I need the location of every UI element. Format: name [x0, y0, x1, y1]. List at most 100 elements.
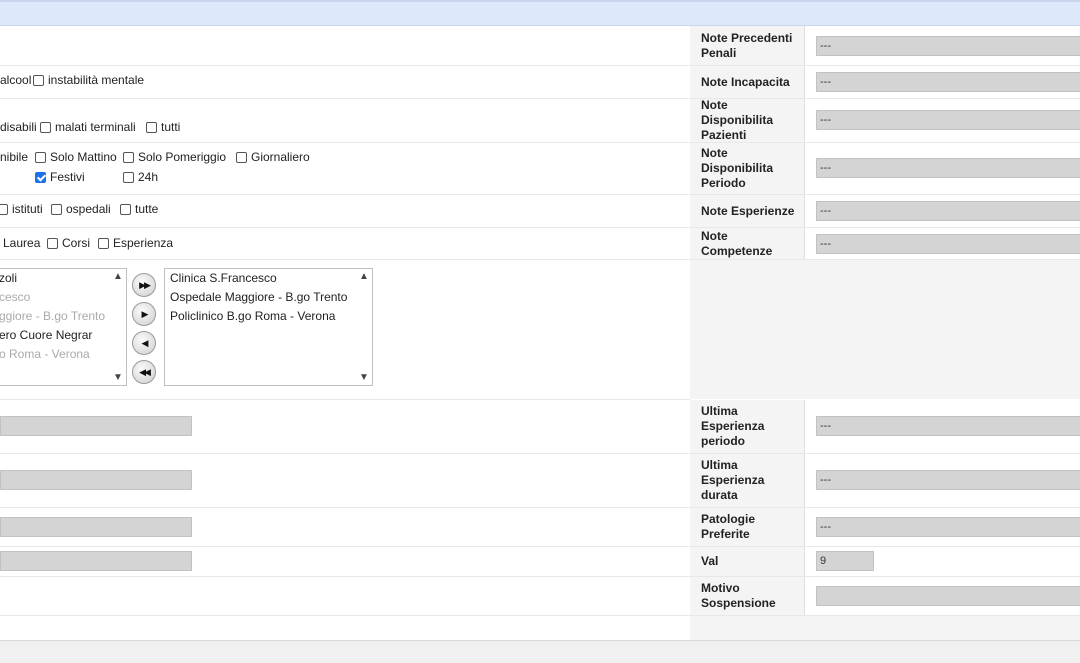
selected-structures-list[interactable]: Clinica S.Francesco Ospedale Maggiore - … [164, 268, 373, 386]
checkbox-tutte[interactable] [120, 204, 131, 215]
notes-competenze-field[interactable]: --- [816, 234, 1080, 254]
field-label: Motivo Sospensione [690, 577, 805, 615]
option-festivi[interactable]: Festivi [35, 170, 85, 184]
checkbox-solo-mattino[interactable] [35, 152, 46, 163]
option-giornaliero[interactable]: Giornaliero [236, 150, 310, 164]
option-label: alcool [0, 73, 32, 87]
checkbox-corsi[interactable] [47, 238, 58, 249]
notes-disponibilita-periodo-field[interactable]: --- [816, 158, 1080, 178]
field-label: Note Disponibilita Periodo [690, 143, 805, 194]
move-all-right-button[interactable]: ▶▶ [132, 273, 156, 297]
notes-row-ultima-esperienza-periodo: Ultima Esperienza periodo --- [690, 400, 1080, 454]
notes-disponibilita-pazienti-field[interactable]: --- [816, 110, 1080, 130]
notes-spacer [690, 260, 1080, 399]
option-laurea[interactable]: Laurea [3, 236, 40, 250]
option-label: tutte [135, 202, 159, 216]
notes-row-incapacita: Note Incapacita --- [690, 66, 1080, 99]
form-row-esperienze: istituti ospedali tutte [0, 195, 690, 228]
checkbox-tutti[interactable] [146, 122, 157, 133]
field-label: Note Competenze [690, 228, 805, 259]
list-item[interactable]: Policlinico B.go Roma - Verona [170, 307, 335, 326]
option-label: Esperienza [113, 236, 174, 250]
arrow-right-icon: ▶ [141, 308, 149, 319]
option-instabilita[interactable]: instabilità mentale [33, 73, 144, 87]
double-arrow-right-icon: ▶▶ [139, 279, 151, 290]
move-all-left-button[interactable]: ◀◀ [132, 360, 156, 384]
text-field[interactable] [0, 551, 192, 571]
option-disabili[interactable]: disabili [0, 120, 37, 134]
option-corsi[interactable]: Corsi [47, 236, 90, 250]
list-item[interactable]: cesco [0, 288, 30, 307]
field-label: Note Incapacita [690, 66, 805, 98]
field-label: Val [690, 547, 805, 576]
checkbox-24h[interactable] [123, 172, 134, 183]
notes-incapacita-field[interactable]: --- [816, 72, 1080, 92]
notes-row-ultima-esperienza-durata: Ultima Esperienza durata --- [690, 454, 1080, 508]
option-label: Giornaliero [251, 150, 310, 164]
list-item[interactable]: ggiore - B.go Trento [0, 307, 105, 326]
option-label: 24h [138, 170, 159, 184]
form-row-periodo: nibile Solo Mattino Solo Pomeriggio Gior… [0, 143, 690, 195]
form-row [0, 400, 690, 454]
list-item[interactable]: ero Cuore Negrar [0, 326, 92, 345]
scroll-down-icon[interactable]: ▼ [113, 372, 123, 383]
checkbox-festivi-checked[interactable] [35, 172, 46, 183]
field-label: Note Disponibilita Pazienti [690, 98, 805, 142]
patologie-preferite-field[interactable]: --- [816, 517, 1080, 537]
notes-row-val: Val 9 [690, 547, 1080, 577]
available-structures-list[interactable]: zoli cesco ggiore - B.go Trento ero Cuor… [0, 268, 127, 386]
notes-precedenti-penali-field[interactable]: --- [816, 36, 1080, 56]
text-field[interactable] [0, 416, 192, 436]
option-malati-terminali[interactable]: malati terminali [40, 120, 136, 134]
checkbox-ospedali[interactable] [51, 204, 62, 215]
list-scrollbar[interactable]: ▲ ▼ [356, 269, 372, 385]
notes-row-disponibilita-pazienti: Note Disponibilita Pazienti --- [690, 98, 1080, 143]
option-solo-mattino[interactable]: Solo Mattino [35, 150, 117, 164]
move-right-button[interactable]: ▶ [132, 302, 156, 326]
ultima-esperienza-durata-field[interactable]: --- [816, 470, 1080, 490]
checkbox-instabilita[interactable] [33, 75, 44, 86]
scroll-up-icon[interactable]: ▲ [359, 271, 369, 282]
list-item[interactable]: Clinica S.Francesco [170, 269, 277, 288]
option-label: tutti [161, 120, 181, 134]
option-label: Festivi [50, 170, 85, 184]
ultima-esperienza-periodo-field[interactable]: --- [816, 416, 1080, 436]
double-arrow-left-icon: ◀◀ [139, 366, 151, 377]
option-istituti[interactable]: istituti [0, 202, 43, 216]
text-field[interactable] [0, 470, 192, 490]
form-row-competenze: Laurea Corsi Esperienza [0, 228, 690, 260]
checkbox-giornaliero[interactable] [236, 152, 247, 163]
option-alcool[interactable]: alcool [0, 73, 31, 87]
option-esperienza[interactable]: Esperienza [98, 236, 173, 250]
option-label: malati terminali [55, 120, 136, 134]
option-label: disabili [0, 120, 37, 134]
left-form-panel: alcool instabilità mentale disabili mala… [0, 26, 690, 640]
field-label: Note Esperienze [690, 195, 805, 227]
checkbox-malati-terminali[interactable] [40, 122, 51, 133]
list-item[interactable]: Ospedale Maggiore - B.go Trento [170, 288, 347, 307]
val-field[interactable]: 9 [816, 551, 874, 571]
list-scrollbar[interactable]: ▲ ▼ [110, 269, 126, 385]
list-item[interactable]: o Roma - Verona [0, 345, 90, 364]
scroll-down-icon[interactable]: ▼ [359, 372, 369, 383]
motivo-sospensione-field[interactable] [816, 586, 1080, 606]
option-tutte[interactable]: tutte [120, 202, 158, 216]
notes-row-motivo-sospensione: Motivo Sospensione [690, 577, 1080, 616]
scroll-up-icon[interactable]: ▲ [113, 271, 123, 282]
checkbox-solo-pomeriggio[interactable] [123, 152, 134, 163]
checkbox-esperienza[interactable] [98, 238, 109, 249]
move-left-button[interactable]: ◀ [132, 331, 156, 355]
notes-esperienze-field[interactable]: --- [816, 201, 1080, 221]
text-field[interactable] [0, 517, 192, 537]
option-solo-pomeriggio[interactable]: Solo Pomeriggio [123, 150, 226, 164]
option-24h[interactable]: 24h [123, 170, 158, 184]
option-ospedali[interactable]: ospedali [51, 202, 111, 216]
option-label: Solo Mattino [50, 150, 117, 164]
checkbox-istituti[interactable] [0, 204, 8, 215]
option-tutti[interactable]: tutti [146, 120, 180, 134]
form-row-strutture: zoli cesco ggiore - B.go Trento ero Cuor… [0, 260, 690, 400]
list-item[interactable]: zoli [0, 269, 17, 288]
notes-row-competenze: Note Competenze --- [690, 228, 1080, 260]
right-notes-panel: Note Precedenti Penali --- Note Incapaci… [690, 26, 1080, 640]
field-label: Ultima Esperienza periodo [690, 400, 805, 453]
